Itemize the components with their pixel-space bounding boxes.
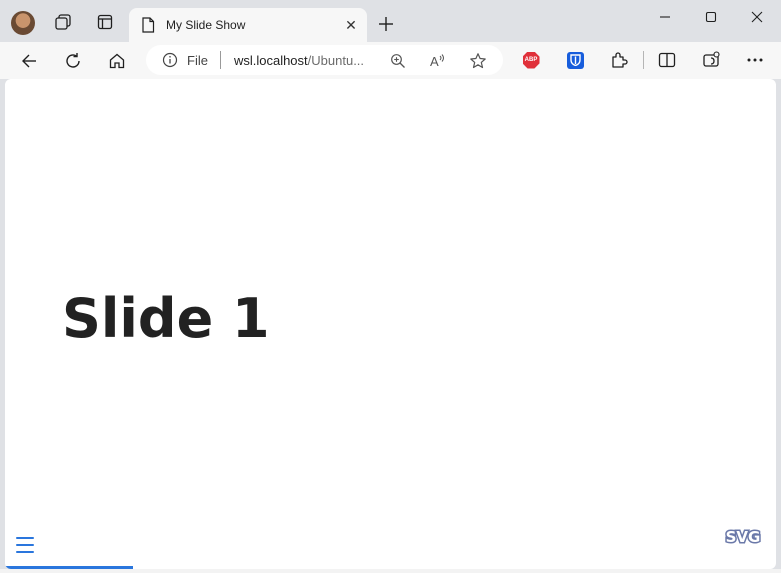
browser-window: My Slide Show ✕ File wsl.localhost/Ubunt… [0, 0, 781, 573]
browser-essentials-icon[interactable] [701, 50, 721, 70]
slide-title: Slide 1 [62, 287, 270, 350]
svg-logo: SVG [723, 525, 763, 548]
plus-icon[interactable] [375, 13, 397, 35]
maximize-icon[interactable] [688, 5, 734, 29]
url-text[interactable]: wsl.localhost/Ubuntu... [234, 53, 380, 68]
title-bar: My Slide Show ✕ [0, 0, 781, 42]
menu-icon[interactable] [16, 537, 34, 553]
zoom-icon[interactable] [389, 52, 407, 70]
active-tab[interactable]: My Slide Show ✕ [129, 8, 367, 42]
tab-actions-icon[interactable] [94, 11, 116, 33]
workspaces-icon[interactable] [52, 11, 74, 33]
favorite-star-icon[interactable] [469, 52, 487, 70]
adblock-label: ABP [522, 51, 540, 69]
page-icon [140, 17, 156, 33]
split-screen-icon[interactable] [657, 50, 677, 70]
page-viewport: Slide 1 SVG [5, 79, 776, 569]
address-bar[interactable]: File wsl.localhost/Ubuntu... A [146, 45, 503, 75]
bitwarden-icon[interactable] [565, 50, 585, 70]
url-path: /Ubuntu... [307, 52, 365, 68]
read-aloud-icon[interactable]: A [429, 52, 447, 70]
adblock-plus-icon[interactable]: ABP [521, 50, 541, 70]
info-icon[interactable] [162, 52, 178, 68]
toolbar-divider [643, 51, 644, 69]
extensions-icon[interactable] [609, 50, 629, 70]
minimize-icon[interactable] [642, 5, 688, 29]
back-icon[interactable] [17, 49, 41, 73]
more-icon[interactable] [745, 50, 765, 70]
svg-text:A: A [430, 54, 439, 69]
home-icon[interactable] [105, 49, 129, 73]
refresh-icon[interactable] [61, 49, 85, 73]
svg-logo-text: SVG [726, 528, 761, 546]
underlying-window-edge [0, 569, 781, 573]
tab-title: My Slide Show [166, 18, 246, 32]
scheme-label: File [187, 52, 208, 68]
profile-avatar[interactable] [11, 11, 35, 35]
url-host: wsl.localhost [233, 52, 308, 68]
window-close-icon[interactable] [734, 5, 780, 29]
address-divider [219, 51, 221, 69]
close-icon[interactable]: ✕ [343, 17, 359, 33]
